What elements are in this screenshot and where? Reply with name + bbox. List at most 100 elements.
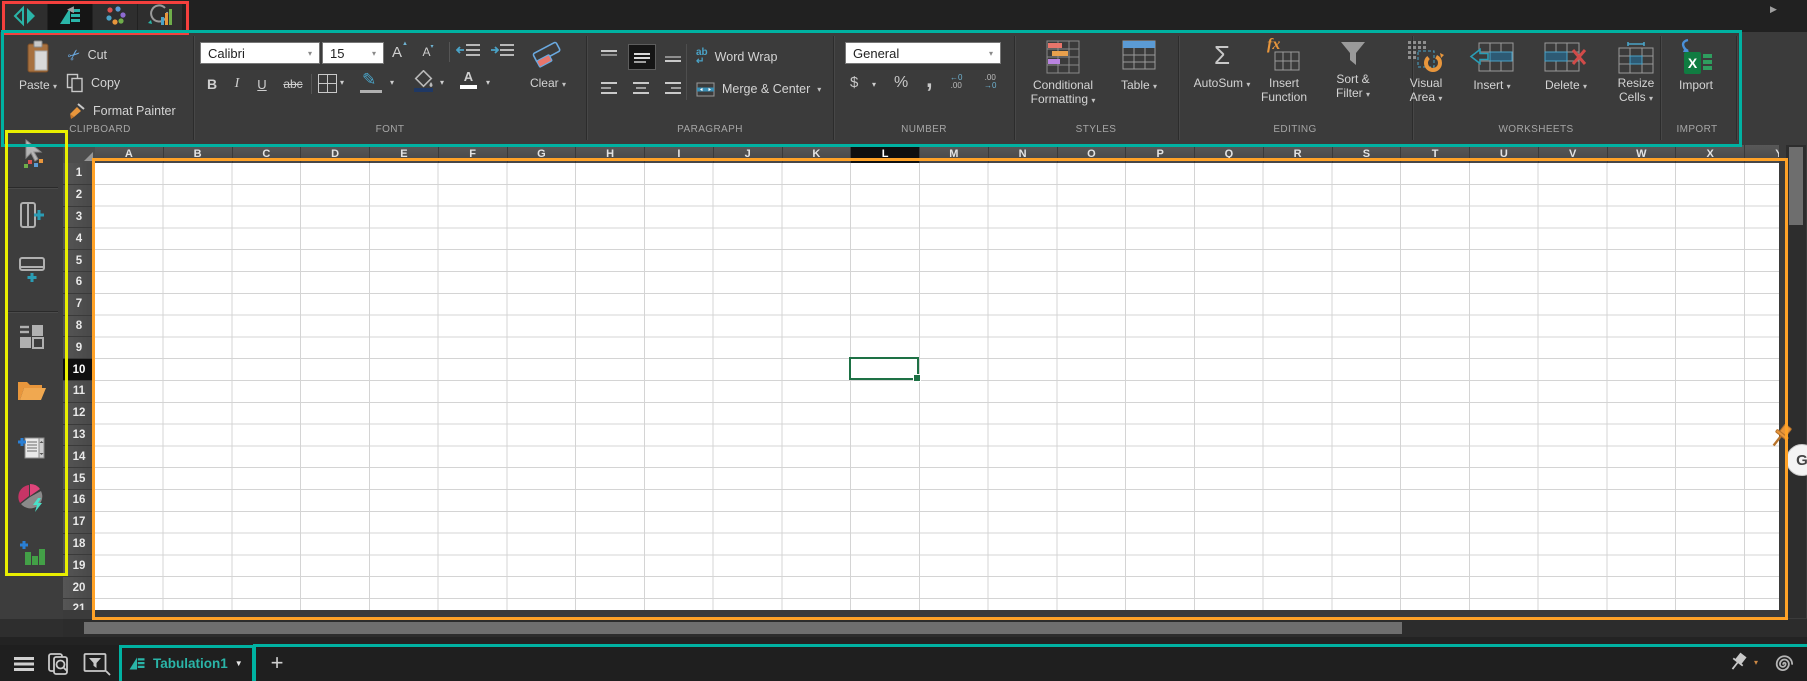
strikethrough-button[interactable]: abc — [278, 72, 308, 96]
selected-cell[interactable] — [849, 357, 919, 380]
add-horizontal-pane-button[interactable] — [12, 249, 52, 289]
column-header-E[interactable]: E — [370, 145, 439, 163]
column-header-H[interactable]: H — [576, 145, 645, 163]
row-header-16[interactable]: 16 — [63, 490, 95, 512]
column-header-T[interactable]: T — [1401, 145, 1470, 163]
resize-cells-button[interactable]: Resize Cells ▾ — [1612, 40, 1660, 106]
comma-format-button[interactable]: , — [926, 66, 933, 94]
vertical-scroll-thumb[interactable] — [1789, 147, 1803, 225]
column-header-S[interactable]: S — [1333, 145, 1402, 163]
number-format-combo[interactable]: General▾ — [845, 42, 1001, 64]
insert-cells-button[interactable]: Insert ▾ — [1466, 42, 1518, 94]
column-header-N[interactable]: N — [989, 145, 1058, 163]
row-header-19[interactable]: 19 — [63, 555, 95, 577]
row-header-2[interactable]: 2 — [63, 185, 95, 207]
column-header-X[interactable]: X — [1676, 145, 1745, 163]
column-header-Y[interactable]: Y — [1745, 145, 1779, 163]
italic-button[interactable]: I — [228, 72, 246, 96]
font-name-combo[interactable]: Calibri▾ — [200, 42, 320, 64]
row-header-4[interactable]: 4 — [63, 228, 95, 250]
align-center-button[interactable] — [628, 76, 654, 100]
row-header-18[interactable]: 18 — [63, 534, 95, 556]
filter-view-button[interactable] — [82, 651, 112, 677]
table-button[interactable]: Table ▾ — [1112, 40, 1166, 94]
row-header-15[interactable]: 15 — [63, 468, 95, 490]
align-bottom-button[interactable] — [660, 44, 686, 68]
visual-area-button[interactable]: Visual Area ▾ — [1398, 40, 1454, 106]
add-vertical-pane-button[interactable] — [12, 195, 52, 235]
column-header-W[interactable]: W — [1608, 145, 1677, 163]
clear-button[interactable]: Clear ▾ — [522, 40, 574, 92]
column-header-V[interactable]: V — [1539, 145, 1608, 163]
font-color-caret[interactable]: ▾ — [486, 78, 490, 87]
pin-toggle-button[interactable] — [1725, 651, 1751, 677]
font-color-button[interactable]: A — [460, 70, 477, 89]
column-header-G[interactable]: G — [508, 145, 577, 163]
tab-statistics[interactable] — [138, 2, 182, 30]
vertical-scrollbar[interactable] — [1786, 145, 1806, 618]
autosum-button[interactable]: Σ AutoSum ▾ — [1192, 40, 1252, 92]
row-header-3[interactable]: 3 — [63, 207, 95, 229]
column-header-F[interactable]: F — [439, 145, 508, 163]
fill-color-caret[interactable]: ▾ — [440, 78, 444, 87]
row-header-9[interactable]: 9 — [63, 337, 95, 359]
format-painter-button[interactable]: Format Painter — [66, 100, 176, 122]
import-button[interactable]: X Import — [1672, 38, 1720, 92]
row-header-6[interactable]: 6 — [63, 272, 95, 294]
column-header-P[interactable]: P — [1126, 145, 1195, 163]
border-pen-caret[interactable]: ▾ — [390, 78, 394, 87]
row-header-17[interactable]: 17 — [63, 512, 95, 534]
borders-button[interactable] — [318, 74, 337, 93]
add-form-button[interactable] — [12, 427, 52, 467]
scroll-right-arrow[interactable]: ▶ — [1770, 4, 1777, 15]
align-top-button[interactable] — [596, 44, 622, 68]
select-tool-button[interactable] — [12, 133, 52, 173]
increase-indent-button[interactable] — [490, 42, 516, 58]
add-sheet-button[interactable]: + — [262, 649, 292, 677]
row-header-14[interactable]: 14 — [63, 446, 95, 468]
column-header-J[interactable]: J — [714, 145, 783, 163]
spiral-logo-button[interactable] — [1770, 650, 1798, 678]
add-bar-chart-button[interactable] — [12, 533, 52, 573]
column-header-I[interactable]: I — [645, 145, 714, 163]
column-header-O[interactable]: O — [1058, 145, 1127, 163]
open-folder-button[interactable] — [12, 371, 52, 411]
row-header-12[interactable]: 12 — [63, 403, 95, 425]
paste-button[interactable]: Paste ▾ — [14, 40, 62, 94]
sort-filter-button[interactable]: Sort & Filter ▾ — [1326, 40, 1380, 102]
column-header-R[interactable]: R — [1264, 145, 1333, 163]
horizontal-scrollbar[interactable] — [63, 619, 1807, 637]
copy-button[interactable]: Copy — [66, 72, 120, 94]
shrink-font-button[interactable]: A▾ — [416, 40, 440, 64]
merge-center-button[interactable]: Merge & Center ▾ — [696, 78, 821, 100]
select-all-corner[interactable] — [63, 145, 96, 164]
font-size-combo[interactable]: 15▾ — [322, 42, 384, 64]
fill-color-button[interactable] — [412, 70, 436, 94]
row-header-1[interactable]: 1 — [63, 163, 95, 185]
grow-font-button[interactable]: A▲ — [388, 40, 412, 64]
decrease-indent-button[interactable] — [456, 42, 482, 58]
sheet-tab-tabulation[interactable]: Tabulation1 ▼ — [122, 649, 249, 677]
row-header-8[interactable]: 8 — [63, 316, 95, 338]
find-in-sheets-button[interactable] — [46, 651, 74, 677]
grid-cells[interactable] — [95, 163, 1779, 610]
underline-button[interactable]: U — [252, 72, 272, 96]
row-header-10[interactable]: 10 — [63, 359, 95, 381]
conditional-formatting-button[interactable]: Conditional Formatting ▾ — [1028, 40, 1098, 108]
decrease-decimal-button[interactable]: .00→0 — [984, 74, 996, 90]
column-header-A[interactable]: A — [95, 145, 164, 163]
row-header-20[interactable]: 20 — [63, 577, 95, 599]
tab-data-points[interactable] — [93, 2, 137, 30]
row-header-13[interactable]: 13 — [63, 425, 95, 447]
row-header-7[interactable]: 7 — [63, 294, 95, 316]
column-header-B[interactable]: B — [164, 145, 233, 163]
scroll-left-arrow[interactable]: ◀ — [67, 4, 74, 15]
sheet-menu-button[interactable] — [10, 653, 38, 675]
align-right-button[interactable] — [660, 76, 686, 100]
column-header-D[interactable]: D — [301, 145, 370, 163]
column-header-K[interactable]: K — [783, 145, 852, 163]
column-header-L[interactable]: L — [851, 145, 920, 163]
increase-decimal-button[interactable]: ←0.00 — [950, 74, 962, 90]
column-header-U[interactable]: U — [1470, 145, 1539, 163]
borders-caret[interactable]: ▾ — [340, 78, 344, 87]
